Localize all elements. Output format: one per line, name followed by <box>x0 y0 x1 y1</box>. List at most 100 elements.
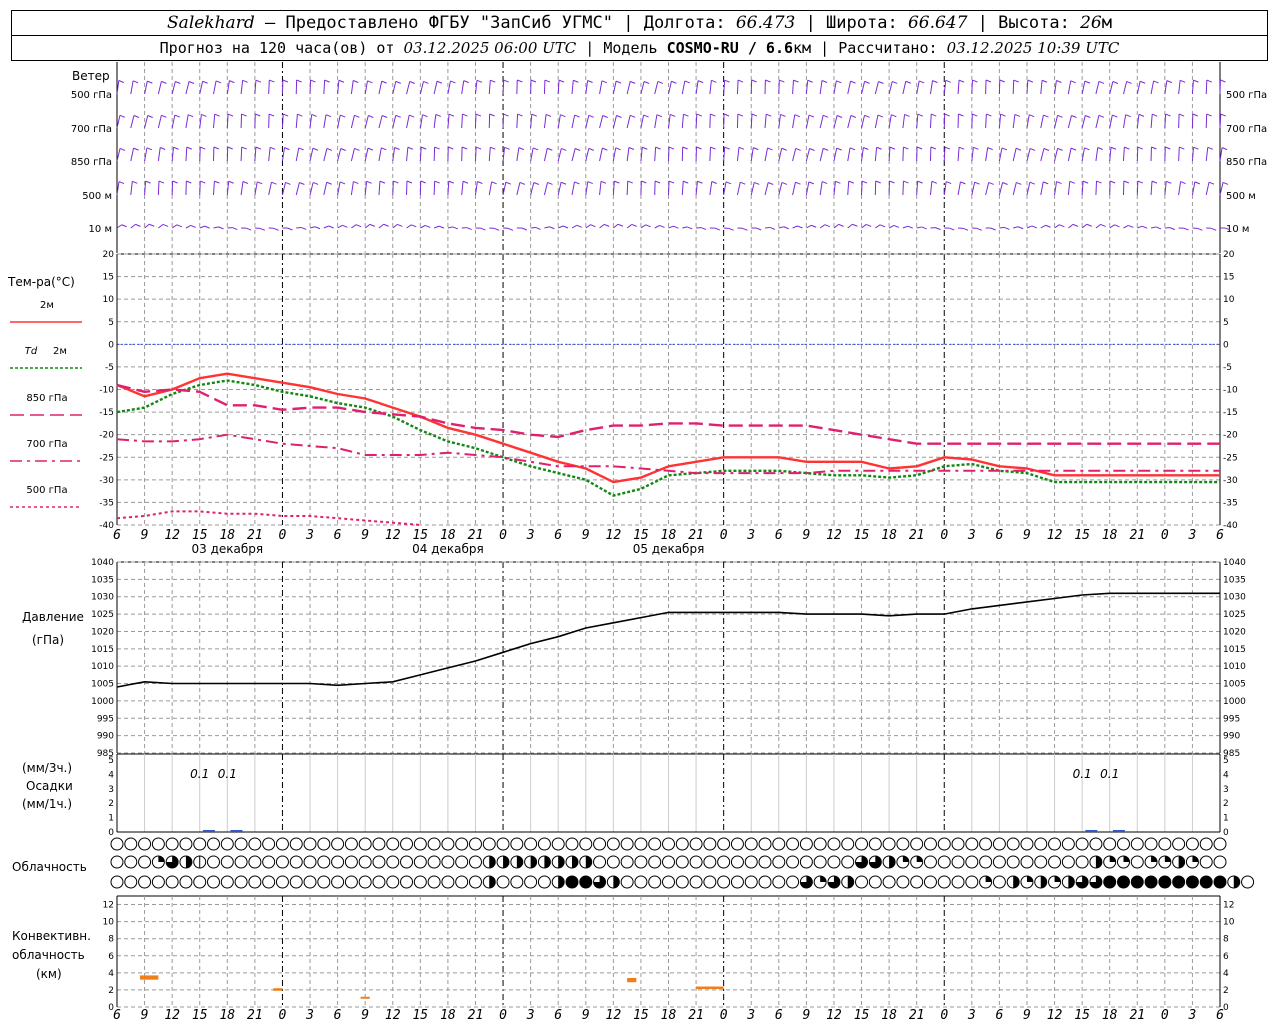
wind-barb <box>269 146 276 150</box>
wind-barb <box>448 180 454 184</box>
wind-barb <box>613 223 619 229</box>
cloud-fill <box>1233 876 1240 888</box>
xtick-label: 6 <box>554 528 562 543</box>
wind-barb <box>133 147 139 151</box>
wind-barb <box>587 181 593 185</box>
ytick-left: 20 <box>103 250 115 260</box>
wind-barb <box>849 147 856 151</box>
cloud-symbol <box>758 875 772 889</box>
wind-barb <box>617 223 624 227</box>
wind-barb <box>819 181 823 196</box>
wind-barb <box>1220 79 1226 83</box>
wind-barb <box>847 223 853 229</box>
wind-barb <box>301 226 307 230</box>
wind-barb <box>668 225 674 229</box>
cloud-symbol <box>386 837 400 851</box>
xtick-label: 12 <box>164 528 180 543</box>
wind-barb <box>199 225 205 229</box>
wind-barb <box>297 113 303 117</box>
wind-barb <box>604 223 610 227</box>
wind-barb <box>976 227 983 231</box>
wind-barb <box>1112 114 1118 118</box>
xtick-label: 18 <box>881 528 897 543</box>
wind-barb <box>742 227 748 231</box>
wind-barb <box>1179 146 1185 150</box>
wind-barb <box>1084 147 1090 151</box>
cloud-symbol <box>1213 855 1227 869</box>
ytick-left: 3 <box>108 785 114 795</box>
wind-barb <box>218 226 224 230</box>
wind-barb <box>1122 147 1125 162</box>
cloud-symbol <box>979 837 993 851</box>
cloud-symbol <box>455 875 469 889</box>
cloud-symbol <box>165 875 179 889</box>
cloud-symbol <box>427 837 441 851</box>
wind-barb <box>891 114 897 118</box>
wind-barb <box>797 225 803 229</box>
wind-barb <box>1193 79 1199 83</box>
cloud-symbol <box>275 875 289 889</box>
ytick-right: -30 <box>1223 476 1238 486</box>
wind-barb <box>599 223 605 229</box>
wind-barb <box>640 224 646 229</box>
xtick-label: 6 <box>334 1008 342 1023</box>
cloud-fill <box>1103 876 1116 888</box>
cloud-symbol <box>482 837 496 851</box>
wind-barb <box>1054 80 1057 95</box>
cloud-symbol <box>220 837 234 851</box>
wind-barb <box>433 181 436 196</box>
cloud-symbol <box>772 855 786 869</box>
wind-barb <box>466 227 472 231</box>
wind-barb <box>819 148 824 162</box>
wind-barb <box>809 148 815 151</box>
wind-barb <box>489 113 495 117</box>
wind-barb <box>1150 181 1153 196</box>
wind-barb <box>999 226 1005 229</box>
cloud-symbol <box>455 837 469 851</box>
cloud-symbol <box>138 875 152 889</box>
cloud-fill <box>185 856 192 868</box>
ytick-right: 8 <box>1223 935 1229 945</box>
wind-barb <box>642 146 648 150</box>
cloud-symbol <box>1048 855 1062 869</box>
ytick-left: 12 <box>103 901 114 911</box>
cloud-symbol <box>786 875 800 889</box>
cloud-symbol <box>303 837 317 851</box>
xtick-label: 3 <box>526 528 535 543</box>
wind-barb <box>242 79 248 83</box>
wind-barb <box>273 227 279 231</box>
wind-barb <box>892 81 898 84</box>
wind-barb <box>850 115 857 118</box>
wind-barb <box>1097 147 1103 150</box>
wind-barb <box>1001 147 1008 151</box>
wind-barb <box>1136 181 1139 196</box>
wind-barb <box>488 181 493 196</box>
wind-barb <box>943 80 947 95</box>
cloud-symbol <box>951 837 965 851</box>
wind-barb <box>836 147 842 151</box>
wind-barb <box>516 114 519 129</box>
wind-barb <box>1180 181 1186 184</box>
wind-barb <box>144 223 150 229</box>
ytick-right: 12 <box>1223 901 1234 911</box>
wind-barb <box>491 181 497 185</box>
wind-barb <box>1027 79 1034 83</box>
xtick-label: 18 <box>440 528 456 543</box>
wind-barb <box>158 180 165 184</box>
wind-barb <box>353 181 359 185</box>
wind-barb <box>1220 113 1226 117</box>
cloud-fill <box>530 856 537 868</box>
cloud-symbol <box>151 875 165 889</box>
wind-barb <box>668 146 675 150</box>
cloud-symbol <box>634 855 648 869</box>
wind-barb <box>1193 146 1199 150</box>
wind-barb <box>684 80 690 84</box>
ytick-left: 8 <box>108 935 114 945</box>
wind-barb <box>960 181 966 185</box>
wind-barb <box>1016 181 1022 185</box>
wind-barb <box>368 115 374 118</box>
wind-barb <box>448 146 454 150</box>
cloud-symbol <box>262 875 276 889</box>
cloud-symbol <box>662 855 675 869</box>
wind-barb <box>171 224 178 229</box>
